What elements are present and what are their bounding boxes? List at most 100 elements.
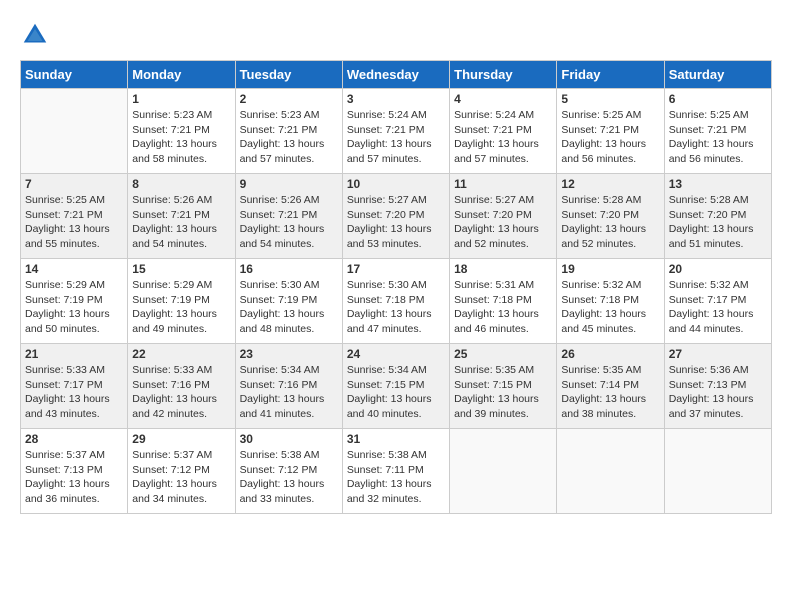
calendar-cell: 3 Sunrise: 5:24 AM Sunset: 7:21 PM Daylig… (342, 89, 449, 174)
day-info: Sunrise: 5:23 AM Sunset: 7:21 PM Dayligh… (132, 108, 230, 167)
day-number: 31 (347, 432, 445, 446)
calendar-cell: 2 Sunrise: 5:23 AM Sunset: 7:21 PM Daylig… (235, 89, 342, 174)
logo (20, 20, 54, 50)
day-number: 19 (561, 262, 659, 276)
calendar-cell (21, 89, 128, 174)
col-header-sunday: Sunday (21, 61, 128, 89)
calendar-cell: 5Sunrise: 5:25 AM Sunset: 7:21 PM Daylig… (557, 89, 664, 174)
calendar-cell: 16 Sunrise: 5:30 AM Sunset: 7:19 PM Dayli… (235, 259, 342, 344)
calendar-cell: 24 Sunrise: 5:34 AM Sunset: 7:15 PM Dayli… (342, 344, 449, 429)
calendar-cell: 4 Sunrise: 5:24 AM Sunset: 7:21 PM Daylig… (450, 89, 557, 174)
day-info: Sunrise: 5:34 AM Sunset: 7:15 PM Dayligh… (347, 363, 445, 422)
col-header-wednesday: Wednesday (342, 61, 449, 89)
day-number: 3 (347, 92, 445, 106)
day-info: Sunrise: 5:29 AM Sunset: 7:19 PM Dayligh… (25, 278, 123, 337)
day-number: 27 (669, 347, 767, 361)
day-number: 5 (561, 92, 659, 106)
day-info: Sunrise: 5:25 AM Sunset: 7:21 PM Dayligh… (25, 193, 123, 252)
calendar-cell: 11 Sunrise: 5:27 AM Sunset: 7:20 PM Dayli… (450, 174, 557, 259)
calendar-cell: 30 Sunrise: 5:38 AM Sunset: 7:12 PM Dayli… (235, 429, 342, 514)
calendar-cell: 20 Sunrise: 5:32 AM Sunset: 7:17 PM Dayli… (664, 259, 771, 344)
calendar-table: SundayMondayTuesdayWednesdayThursdayFrid… (20, 60, 772, 514)
day-number: 30 (240, 432, 338, 446)
day-number: 20 (669, 262, 767, 276)
calendar-cell: 21 Sunrise: 5:33 AM Sunset: 7:17 PM Dayli… (21, 344, 128, 429)
day-number: 24 (347, 347, 445, 361)
calendar-cell: 10 Sunrise: 5:27 AM Sunset: 7:20 PM Dayli… (342, 174, 449, 259)
calendar-cell: 17 Sunrise: 5:30 AM Sunset: 7:18 PM Dayli… (342, 259, 449, 344)
day-info: Sunrise: 5:30 AM Sunset: 7:19 PM Dayligh… (240, 278, 338, 337)
calendar-cell: 28 Sunrise: 5:37 AM Sunset: 7:13 PM Dayli… (21, 429, 128, 514)
day-info: Sunrise: 5:38 AM Sunset: 7:12 PM Dayligh… (240, 448, 338, 507)
day-number: 17 (347, 262, 445, 276)
day-number: 28 (25, 432, 123, 446)
calendar-cell: 12Sunrise: 5:28 AM Sunset: 7:20 PM Dayli… (557, 174, 664, 259)
calendar-cell: 27 Sunrise: 5:36 AM Sunset: 7:13 PM Dayli… (664, 344, 771, 429)
calendar-cell: 14 Sunrise: 5:29 AM Sunset: 7:19 PM Dayli… (21, 259, 128, 344)
logo-icon (20, 20, 50, 50)
week-row-2: 7 Sunrise: 5:25 AM Sunset: 7:21 PM Daylig… (21, 174, 772, 259)
day-info: Sunrise: 5:32 AM Sunset: 7:18 PM Dayligh… (561, 278, 659, 337)
day-number: 18 (454, 262, 552, 276)
day-number: 6 (669, 92, 767, 106)
day-info: Sunrise: 5:36 AM Sunset: 7:13 PM Dayligh… (669, 363, 767, 422)
day-number: 14 (25, 262, 123, 276)
col-header-saturday: Saturday (664, 61, 771, 89)
day-info: Sunrise: 5:23 AM Sunset: 7:21 PM Dayligh… (240, 108, 338, 167)
day-info: Sunrise: 5:38 AM Sunset: 7:11 PM Dayligh… (347, 448, 445, 507)
page-header (20, 20, 772, 50)
day-number: 26 (561, 347, 659, 361)
col-header-thursday: Thursday (450, 61, 557, 89)
week-row-1: 1 Sunrise: 5:23 AM Sunset: 7:21 PM Daylig… (21, 89, 772, 174)
day-info: Sunrise: 5:24 AM Sunset: 7:21 PM Dayligh… (347, 108, 445, 167)
day-info: Sunrise: 5:26 AM Sunset: 7:21 PM Dayligh… (240, 193, 338, 252)
day-number: 9 (240, 177, 338, 191)
calendar-cell: 23Sunrise: 5:34 AM Sunset: 7:16 PM Dayli… (235, 344, 342, 429)
day-number: 7 (25, 177, 123, 191)
calendar-cell: 26 Sunrise: 5:35 AM Sunset: 7:14 PM Dayli… (557, 344, 664, 429)
day-info: Sunrise: 5:32 AM Sunset: 7:17 PM Dayligh… (669, 278, 767, 337)
calendar-cell: 29Sunrise: 5:37 AM Sunset: 7:12 PM Dayli… (128, 429, 235, 514)
calendar-cell: 18Sunrise: 5:31 AM Sunset: 7:18 PM Dayli… (450, 259, 557, 344)
calendar-cell: 6Sunrise: 5:25 AM Sunset: 7:21 PM Daylig… (664, 89, 771, 174)
day-info: Sunrise: 5:28 AM Sunset: 7:20 PM Dayligh… (669, 193, 767, 252)
calendar-cell: 1 Sunrise: 5:23 AM Sunset: 7:21 PM Daylig… (128, 89, 235, 174)
day-number: 1 (132, 92, 230, 106)
day-number: 16 (240, 262, 338, 276)
day-number: 22 (132, 347, 230, 361)
day-info: Sunrise: 5:27 AM Sunset: 7:20 PM Dayligh… (347, 193, 445, 252)
day-info: Sunrise: 5:29 AM Sunset: 7:19 PM Dayligh… (132, 278, 230, 337)
week-row-5: 28 Sunrise: 5:37 AM Sunset: 7:13 PM Dayli… (21, 429, 772, 514)
calendar-cell (450, 429, 557, 514)
day-number: 13 (669, 177, 767, 191)
day-info: Sunrise: 5:33 AM Sunset: 7:17 PM Dayligh… (25, 363, 123, 422)
day-number: 4 (454, 92, 552, 106)
day-number: 11 (454, 177, 552, 191)
calendar-cell: 15 Sunrise: 5:29 AM Sunset: 7:19 PM Dayli… (128, 259, 235, 344)
day-number: 23 (240, 347, 338, 361)
calendar-cell: 7 Sunrise: 5:25 AM Sunset: 7:21 PM Daylig… (21, 174, 128, 259)
day-info: Sunrise: 5:28 AM Sunset: 7:20 PM Dayligh… (561, 193, 659, 252)
day-number: 15 (132, 262, 230, 276)
day-number: 10 (347, 177, 445, 191)
calendar-cell: 31 Sunrise: 5:38 AM Sunset: 7:11 PM Dayli… (342, 429, 449, 514)
day-info: Sunrise: 5:35 AM Sunset: 7:15 PM Dayligh… (454, 363, 552, 422)
calendar-cell: 13 Sunrise: 5:28 AM Sunset: 7:20 PM Dayli… (664, 174, 771, 259)
col-header-friday: Friday (557, 61, 664, 89)
calendar-cell: 22 Sunrise: 5:33 AM Sunset: 7:16 PM Dayli… (128, 344, 235, 429)
calendar-cell (664, 429, 771, 514)
day-number: 29 (132, 432, 230, 446)
day-number: 8 (132, 177, 230, 191)
calendar-cell: 8Sunrise: 5:26 AM Sunset: 7:21 PM Daylig… (128, 174, 235, 259)
week-row-4: 21 Sunrise: 5:33 AM Sunset: 7:17 PM Dayli… (21, 344, 772, 429)
day-info: Sunrise: 5:30 AM Sunset: 7:18 PM Dayligh… (347, 278, 445, 337)
week-row-3: 14 Sunrise: 5:29 AM Sunset: 7:19 PM Dayli… (21, 259, 772, 344)
day-info: Sunrise: 5:27 AM Sunset: 7:20 PM Dayligh… (454, 193, 552, 252)
day-info: Sunrise: 5:33 AM Sunset: 7:16 PM Dayligh… (132, 363, 230, 422)
day-info: Sunrise: 5:24 AM Sunset: 7:21 PM Dayligh… (454, 108, 552, 167)
day-number: 21 (25, 347, 123, 361)
day-info: Sunrise: 5:37 AM Sunset: 7:13 PM Dayligh… (25, 448, 123, 507)
day-info: Sunrise: 5:35 AM Sunset: 7:14 PM Dayligh… (561, 363, 659, 422)
calendar-cell: 19 Sunrise: 5:32 AM Sunset: 7:18 PM Dayli… (557, 259, 664, 344)
day-number: 2 (240, 92, 338, 106)
